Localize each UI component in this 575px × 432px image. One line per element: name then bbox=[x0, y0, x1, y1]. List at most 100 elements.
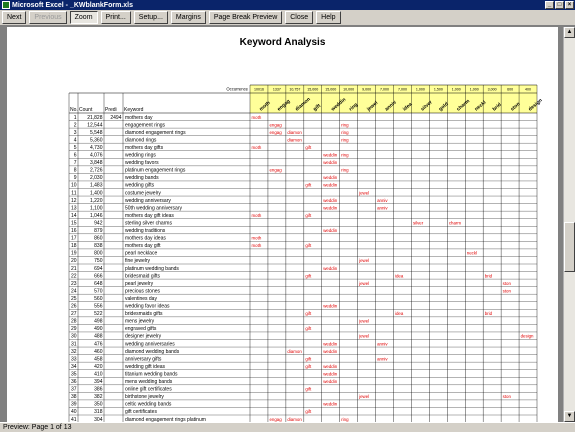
row-tag-ston: ston bbox=[503, 394, 512, 399]
row-tag-weddin: weddin bbox=[323, 153, 337, 158]
row-number: 36 bbox=[71, 379, 77, 385]
maximize-button[interactable]: □ bbox=[555, 1, 564, 9]
row-keyword: celtic wedding bands bbox=[125, 402, 172, 408]
row-number: 19 bbox=[71, 251, 77, 257]
row-count: 879 bbox=[94, 228, 103, 234]
row-tag-moth: moth bbox=[252, 243, 262, 248]
row-count: 666 bbox=[94, 273, 103, 279]
preview-workspace: Keyword Analysis Occurrence 10016 1337 10,7… bbox=[0, 27, 563, 422]
setup-button[interactable]: Setup... bbox=[133, 11, 168, 24]
row-number: 7 bbox=[74, 160, 77, 166]
row-tag-weddin: weddin bbox=[323, 266, 337, 271]
row-count: 570 bbox=[94, 288, 103, 294]
row-count: 458 bbox=[94, 356, 103, 362]
row-number: 31 bbox=[71, 341, 77, 347]
row-count: 350 bbox=[94, 402, 103, 408]
row-number: 37 bbox=[71, 387, 77, 393]
row-keyword: costume jewelry bbox=[125, 190, 161, 196]
vertical-scrollbar[interactable]: ▲ ▼ bbox=[563, 27, 575, 422]
row-number: 6 bbox=[74, 153, 77, 159]
row-tag-gift: gift bbox=[305, 387, 312, 392]
row-count: 1,100 bbox=[90, 205, 103, 211]
row-number: 16 bbox=[71, 228, 77, 234]
row-keyword: diamond engagement rings bbox=[125, 130, 186, 136]
row-tag-jewel: jewel bbox=[358, 190, 369, 195]
close-window-button[interactable]: × bbox=[565, 1, 574, 9]
row-tag-ston: ston bbox=[503, 281, 512, 286]
row-count: 942 bbox=[94, 220, 103, 226]
row-keyword: anniversary gifts bbox=[125, 356, 162, 362]
row-tag-weddin: weddin bbox=[323, 304, 337, 309]
row-count: 522 bbox=[94, 311, 103, 317]
row-count: 4,076 bbox=[90, 153, 103, 159]
row-keyword: mens jewelry bbox=[125, 319, 155, 325]
minimize-button[interactable]: _ bbox=[545, 1, 554, 9]
row-number: 30 bbox=[71, 334, 77, 340]
row-keyword: wedding anniversary bbox=[125, 198, 171, 204]
row-tag-weddin: weddin bbox=[323, 198, 337, 203]
row-count: 800 bbox=[94, 251, 103, 257]
row-tag-weddin: weddin bbox=[323, 379, 337, 384]
row-count: 5,548 bbox=[90, 130, 103, 136]
close-button[interactable]: Close bbox=[285, 11, 314, 24]
row-tag-jewel: jewel bbox=[358, 281, 369, 286]
row-keyword: precious stones bbox=[125, 288, 161, 294]
row-tag-ring: ring bbox=[341, 153, 349, 158]
scroll-up-arrow-icon[interactable]: ▲ bbox=[564, 27, 575, 38]
scroll-down-arrow-icon[interactable]: ▼ bbox=[564, 411, 575, 422]
row-number: 40 bbox=[71, 409, 77, 415]
row-tag-weddin: weddin bbox=[323, 341, 337, 346]
row-tag-ring: ring bbox=[341, 168, 349, 173]
row-number: 22 bbox=[71, 273, 77, 279]
row-keyword: online gift certificates bbox=[125, 387, 172, 393]
row-tag-gift: gift bbox=[305, 311, 312, 316]
row-tag-neckl: neckl bbox=[467, 251, 477, 256]
row-keyword: mothers day gift ideas bbox=[125, 213, 174, 219]
row-keyword: wedding anniversaries bbox=[125, 341, 175, 347]
occurrence-value: 1,000 bbox=[416, 88, 425, 92]
row-keyword: mothers day ideas bbox=[125, 236, 166, 242]
row-number: 3 bbox=[74, 130, 77, 136]
margins-button[interactable]: Margins bbox=[170, 11, 206, 24]
row-count: 1,220 bbox=[90, 198, 103, 204]
row-count: 318 bbox=[94, 409, 103, 415]
row-count: 838 bbox=[94, 243, 103, 249]
row-keyword: engagement rings bbox=[125, 122, 166, 128]
next-button[interactable]: Next bbox=[2, 11, 27, 24]
row-keyword: bridesmaid gifts bbox=[125, 273, 161, 279]
row-keyword: wedding favor ideas bbox=[125, 304, 170, 310]
row-tag-brid: brid bbox=[485, 311, 493, 316]
occurrence-value: 15,000 bbox=[307, 88, 318, 92]
row-tag-anniv: anniv bbox=[377, 198, 388, 203]
row-count: 12,544 bbox=[87, 122, 103, 128]
row-count: 556 bbox=[94, 304, 103, 310]
page-break-preview-button[interactable]: Page Break Preview bbox=[208, 11, 283, 24]
row-count: 410 bbox=[94, 371, 103, 377]
row-number: 26 bbox=[71, 304, 77, 310]
occurrence-label: Occurrence bbox=[226, 87, 248, 92]
occurrence-value: 1,000 bbox=[470, 88, 479, 92]
zoom-button[interactable]: Zoom bbox=[69, 11, 98, 24]
window-controls: _ □ × bbox=[545, 1, 574, 9]
row-number: 11 bbox=[71, 190, 76, 196]
preview-page[interactable]: Keyword Analysis Occurrence 10016 1337 10,7… bbox=[7, 27, 558, 422]
row-tag-weddin: weddin bbox=[323, 183, 337, 188]
previous-button[interactable]: Previous bbox=[29, 11, 67, 24]
print-button[interactable]: Print... bbox=[100, 11, 131, 24]
row-tag-diamon: diamon bbox=[287, 130, 302, 135]
row-count: 3,848 bbox=[90, 160, 103, 166]
row-number: 13 bbox=[71, 205, 77, 211]
row-tag-weddin: weddin bbox=[323, 228, 337, 233]
row-count: 560 bbox=[94, 296, 103, 302]
scroll-thumb[interactable] bbox=[564, 222, 575, 272]
row-tag-jewel: jewel bbox=[358, 334, 369, 339]
row-count: 382 bbox=[94, 394, 103, 400]
row-keyword: mothers day bbox=[125, 115, 153, 121]
row-number: 17 bbox=[71, 236, 77, 242]
row-tag-weddin: weddin bbox=[323, 402, 337, 407]
row-count: 860 bbox=[94, 236, 103, 242]
occurrence-value: 7,000 bbox=[380, 88, 389, 92]
row-tag-weddin: weddin bbox=[323, 349, 337, 354]
row-tag-weddin: weddin bbox=[323, 371, 337, 376]
help-button[interactable]: Help bbox=[316, 11, 341, 24]
